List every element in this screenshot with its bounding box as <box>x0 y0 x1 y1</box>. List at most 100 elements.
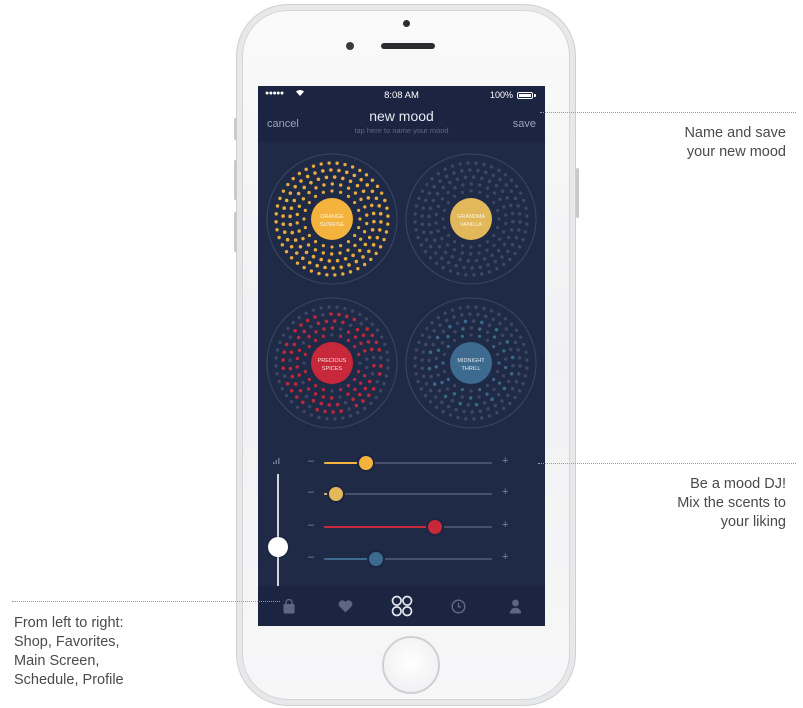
decrease-icon[interactable]: – <box>308 486 314 498</box>
dial-dot <box>496 226 500 230</box>
increase-icon[interactable]: + <box>502 519 508 531</box>
volume-level-icon <box>273 456 281 466</box>
scent-slider-precious-spices[interactable]: – + <box>304 517 514 537</box>
dial-dot <box>358 381 363 385</box>
dial-dot <box>413 364 417 368</box>
dial-dot <box>498 321 502 326</box>
mood-name-hint[interactable]: tap here to name your mood <box>258 126 545 135</box>
scent-dial-midnight-thrill[interactable]: MIDNIGHT THRILL <box>404 296 538 430</box>
dial-dot <box>359 341 363 346</box>
dial-dot <box>275 372 279 376</box>
dial-dot <box>504 327 509 331</box>
dial-dot <box>442 226 446 230</box>
dial-dot <box>309 269 314 273</box>
dial-dot <box>462 409 466 414</box>
dial-dot <box>321 251 326 255</box>
dial-dot <box>446 344 450 349</box>
dial-dot <box>427 222 432 227</box>
dial-dot <box>365 327 370 331</box>
home-button[interactable] <box>382 636 440 694</box>
dial-dot <box>478 388 482 392</box>
scent-dial-precious-spices[interactable]: PRECIOUS SPICES <box>265 296 399 430</box>
dial-dot <box>323 265 327 270</box>
slider-track[interactable] <box>324 485 492 503</box>
dial-dot <box>369 257 373 262</box>
dial-dot <box>307 404 312 409</box>
dial-dot <box>506 235 511 240</box>
dial-dot <box>453 186 457 190</box>
slider-thumb[interactable] <box>367 550 386 568</box>
dial-dot <box>492 243 496 248</box>
dial-dot <box>446 404 451 409</box>
dial-dot <box>281 366 286 370</box>
decrease-icon[interactable]: – <box>308 551 314 563</box>
dial-dot <box>296 191 301 196</box>
dial-dot <box>284 249 289 254</box>
scent-slider-orange-sunrise[interactable]: – + <box>304 453 514 473</box>
dial-dot <box>282 206 287 210</box>
dial-dot <box>441 329 446 334</box>
dial-dot <box>454 407 458 412</box>
slider-track[interactable] <box>324 550 492 568</box>
slider-track[interactable] <box>324 518 492 536</box>
dial-dot <box>460 251 465 255</box>
dial-dot <box>427 191 432 195</box>
dial-dot <box>341 272 345 276</box>
scent-dial-orange-sunrise[interactable]: ORANGE SUNRISE <box>265 152 399 286</box>
increase-icon[interactable]: + <box>502 551 508 563</box>
master-intensity-track[interactable] <box>277 474 279 596</box>
dial-dot <box>338 251 342 255</box>
dial-dot <box>323 409 327 414</box>
scent-dial-grandma-vanilla[interactable]: GRANDMA VANILLA <box>404 152 538 286</box>
dial-dot <box>456 271 460 276</box>
decrease-icon[interactable]: – <box>308 519 314 531</box>
dial-dot <box>367 379 372 384</box>
dial-dot <box>508 257 512 262</box>
dial-dot <box>453 330 457 334</box>
dial-dot <box>275 228 279 232</box>
cancel-button[interactable]: cancel <box>267 118 299 130</box>
dial-dot <box>440 341 445 345</box>
decrease-icon[interactable]: – <box>308 455 314 467</box>
tab-favorites[interactable] <box>317 586 374 626</box>
dial-dot <box>294 395 299 399</box>
dial-dot <box>378 389 383 393</box>
slider-thumb[interactable] <box>326 485 345 503</box>
dial-dot <box>458 306 462 310</box>
slider-track[interactable] <box>324 454 492 472</box>
tab-shop[interactable] <box>260 586 317 626</box>
dial-dot <box>350 309 355 313</box>
dial-dot <box>313 338 318 342</box>
dial-dot <box>370 372 375 376</box>
mood-title[interactable]: new mood <box>258 108 545 124</box>
master-intensity-thumb[interactable] <box>268 537 288 558</box>
dial-dot <box>363 205 367 209</box>
scent-slider-grandma-vanilla[interactable]: – + <box>304 484 514 504</box>
dial-dot <box>436 204 441 208</box>
dial-dot <box>464 273 468 277</box>
dial-dot <box>424 381 429 386</box>
dial-dot <box>518 364 522 368</box>
dial-dot <box>466 259 471 263</box>
tab-main-screen[interactable] <box>373 586 430 626</box>
dial-dot <box>517 389 522 393</box>
dial-dot <box>379 364 383 368</box>
save-button[interactable]: save <box>513 118 536 130</box>
dial-dot <box>497 237 502 241</box>
scent-slider-midnight-thrill[interactable]: – + <box>304 549 514 569</box>
slider-thumb[interactable] <box>357 454 375 472</box>
increase-icon[interactable]: + <box>502 486 508 498</box>
dial-dot <box>516 228 521 232</box>
dial-dot <box>427 214 431 219</box>
dial-dot <box>278 196 282 201</box>
dial-dot <box>302 185 307 190</box>
app-screen: ●●●●● 8:08 AM 100% new mood tap here to … <box>258 86 545 626</box>
dial-dot <box>500 255 504 259</box>
increase-icon[interactable]: + <box>502 455 508 467</box>
dial-dot <box>420 358 424 362</box>
tab-schedule[interactable] <box>430 586 487 626</box>
dial-dot <box>442 370 446 374</box>
tab-profile[interactable] <box>487 586 544 626</box>
dial-dot <box>297 171 302 176</box>
slider-thumb[interactable] <box>425 518 444 536</box>
